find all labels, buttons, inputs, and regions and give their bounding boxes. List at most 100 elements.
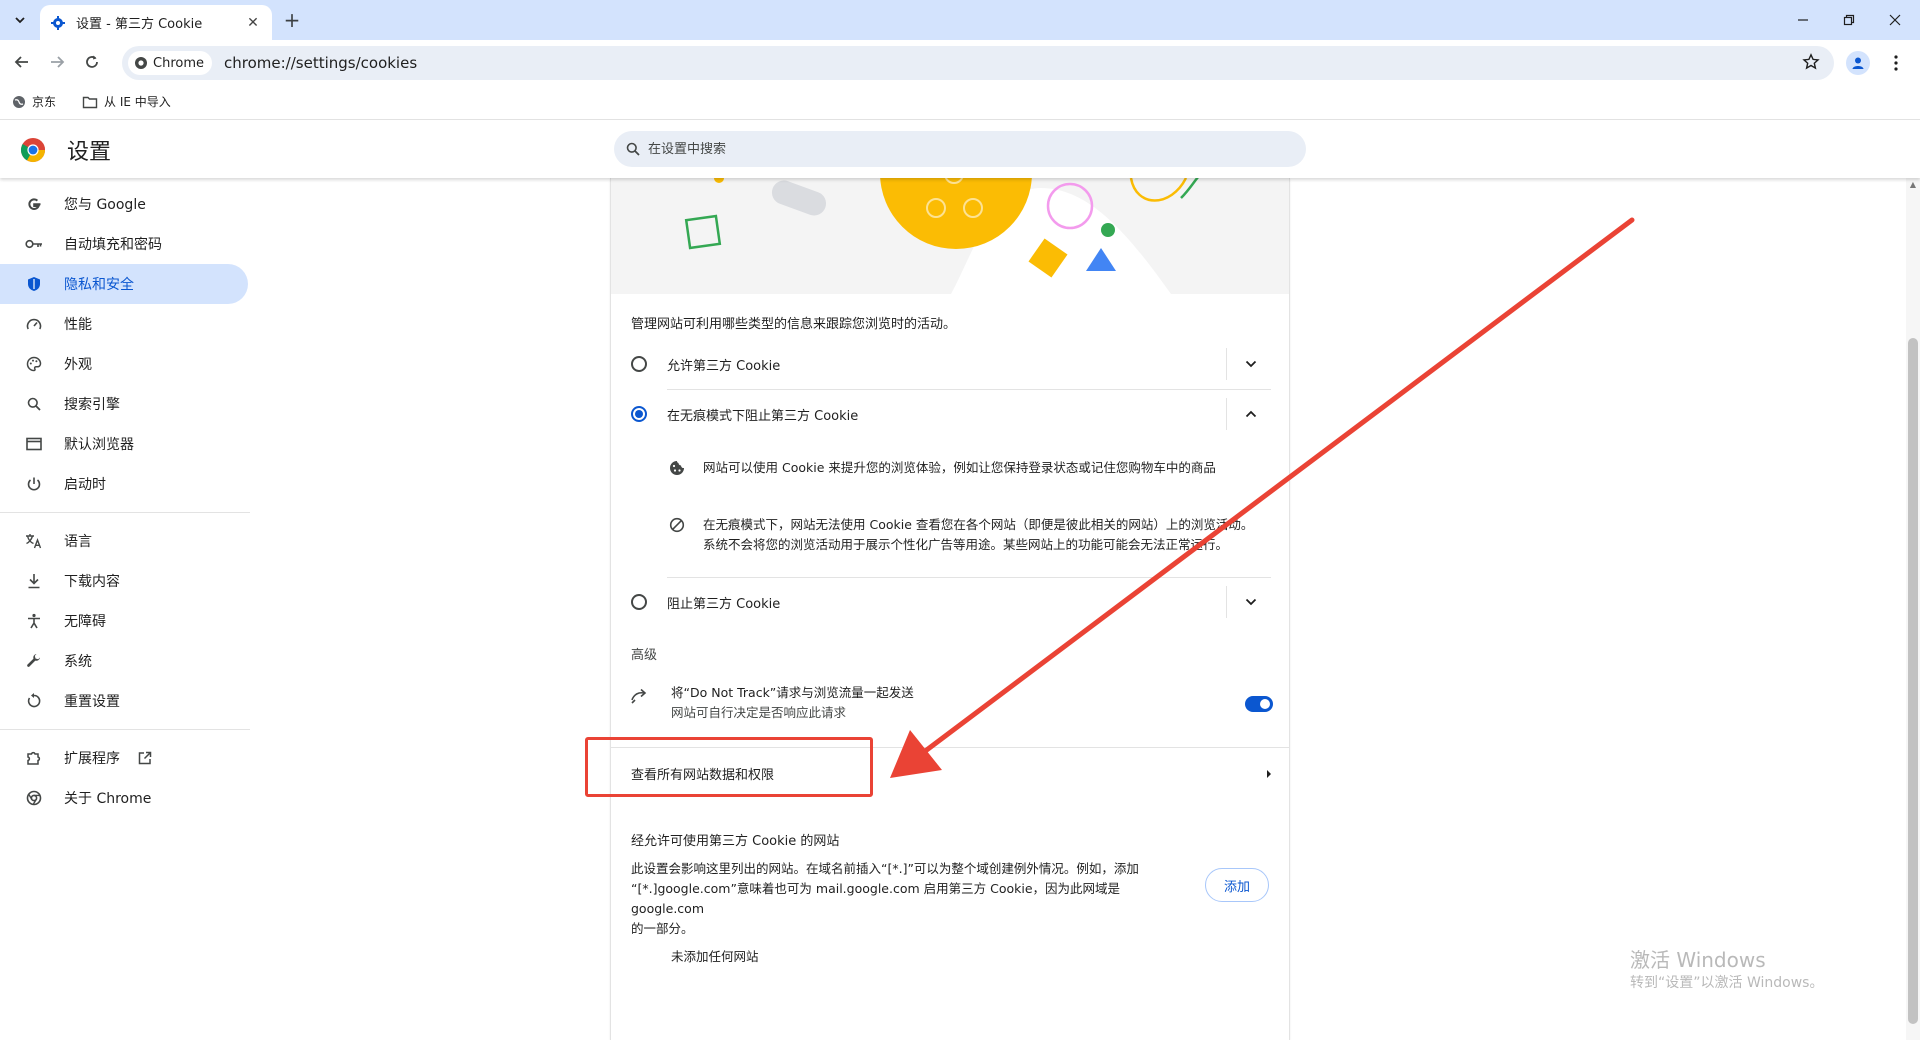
browser-window-icon: [24, 434, 44, 454]
bookmark-import-ie[interactable]: 从 IE 中导入: [82, 93, 171, 110]
description-line: 此设置会影响这里列出的网站。在域名前插入“[*.]”可以为整个域创建例外情况。例…: [631, 861, 1139, 876]
tab-title: 设置 - 第三方 Cookie: [76, 17, 203, 32]
option-label: 阻止第三方 Cookie: [667, 596, 781, 612]
scroll-up-icon[interactable]: ▲: [1908, 180, 1918, 190]
activation-watermark-title: 激活 Windows: [1630, 948, 1766, 972]
sidebar-item-downloads[interactable]: 下载内容: [0, 561, 248, 601]
reset-icon: [24, 691, 44, 711]
cookie-icon: [667, 458, 687, 478]
site-info-chip[interactable]: Chrome: [128, 51, 212, 75]
back-button[interactable]: [10, 50, 34, 74]
radio-button[interactable]: [631, 356, 647, 372]
sidebar-item-label: 关于 Chrome: [64, 791, 152, 807]
minimize-button[interactable]: [1780, 0, 1826, 40]
description-line: 的一部分。: [631, 921, 694, 936]
speedometer-icon: [24, 314, 44, 334]
sidebar-item-label: 隐私和安全: [64, 277, 134, 293]
folder-icon: [82, 96, 98, 108]
annotation-arrow: [890, 217, 1635, 778]
bookmark-label: 京东: [32, 95, 57, 109]
allowed-sites-heading: 经允许可使用第三方 Cookie 的网站: [631, 834, 840, 849]
power-icon: [24, 474, 44, 494]
shield-icon: [24, 274, 44, 294]
browser-menu-button[interactable]: [1886, 51, 1906, 75]
scrollbar-thumb[interactable]: [1908, 338, 1918, 1024]
add-site-button[interactable]: 添加: [1205, 868, 1269, 902]
close-window-button[interactable]: [1872, 0, 1918, 40]
sidebar-item-label: 无障碍: [64, 614, 106, 630]
option-label: 在无痕模式下阻止第三方 Cookie: [667, 408, 859, 424]
sidebar-item-label: 性能: [64, 317, 92, 333]
sidebar-item-performance[interactable]: 性能: [0, 304, 248, 344]
sidebar-divider: [0, 729, 250, 730]
restore-button[interactable]: [1826, 0, 1872, 40]
wrench-icon: [24, 651, 44, 671]
sidebar-item-reset[interactable]: 重置设置: [0, 681, 248, 721]
sidebar-item-label: 扩展程序: [64, 751, 120, 767]
sidebar-item-label: 下载内容: [64, 574, 120, 590]
bookmarks-bar: 京东 从 IE 中导入: [0, 84, 1920, 120]
sidebar-item-label: 外观: [64, 357, 92, 373]
sidebar-item-appearance[interactable]: 外观: [0, 344, 248, 384]
sidebar-item-extensions[interactable]: 扩展程序: [0, 738, 248, 778]
sidebar-item-label: 默认浏览器: [64, 437, 134, 453]
sidebar-item-privacy[interactable]: 隐私和安全: [0, 264, 248, 304]
advanced-heading: 高级: [631, 648, 658, 663]
option-label: 允许第三方 Cookie: [667, 358, 781, 374]
reload-button[interactable]: [80, 50, 104, 74]
radio-button-selected[interactable]: [631, 406, 647, 422]
restore-icon: [1843, 14, 1855, 26]
sidebar-item-autofill[interactable]: 自动填充和密码: [0, 224, 248, 264]
forward-button[interactable]: [45, 50, 69, 74]
arrow-left-icon: [14, 56, 28, 68]
reload-icon: [86, 55, 98, 68]
sidebar-item-label: 重置设置: [64, 694, 120, 710]
bookmark-jd[interactable]: 京东: [12, 93, 56, 110]
sidebar-item-you-and-google[interactable]: 您与 Google: [0, 184, 248, 224]
sidebar-item-label: 您与 Google: [64, 197, 146, 213]
globe-icon: [13, 95, 25, 108]
block-icon: [667, 515, 687, 535]
dnt-subtitle: 网站可自行决定是否响应此请求: [671, 705, 847, 720]
palette-icon: [24, 354, 44, 374]
person-icon: [1852, 57, 1864, 69]
google-icon: [24, 194, 44, 214]
settings-search[interactable]: [614, 131, 1306, 167]
profile-avatar[interactable]: [1846, 51, 1870, 75]
search-icon: [24, 394, 44, 414]
sidebar-item-search-engine[interactable]: 搜索引擎: [0, 384, 248, 424]
new-tab-button[interactable]: +: [280, 8, 304, 32]
sidebar-item-label: 自动填充和密码: [64, 237, 162, 253]
sidebar-item-default-browser[interactable]: 默认浏览器: [0, 424, 248, 464]
sidebar-item-about-chrome[interactable]: 关于 Chrome: [0, 778, 248, 818]
tab-search-button[interactable]: [8, 8, 32, 32]
close-tab-icon[interactable]: ✕: [244, 14, 262, 32]
close-icon: [1889, 14, 1901, 26]
open-in-new-icon: [138, 751, 152, 765]
radio-button[interactable]: [631, 594, 647, 610]
sidebar-item-label: 语言: [64, 534, 92, 550]
more-vertical-icon: [1894, 55, 1898, 71]
sidebar-item-label: 启动时: [64, 477, 106, 493]
chevron-down-icon: [15, 17, 25, 24]
active-tab[interactable]: 设置 - 第三方 Cookie ✕: [40, 5, 272, 40]
address-bar[interactable]: Chrome chrome://settings/cookies: [122, 46, 1834, 80]
arrow-right-icon: [51, 56, 65, 68]
sidebar-divider: [0, 512, 250, 513]
gear-icon: [50, 15, 66, 31]
translate-icon: [24, 531, 44, 551]
settings-search-input[interactable]: [648, 141, 1248, 157]
settings-sidebar: 您与 Google 自动填充和密码 隐私和安全 性能 外观 搜索引擎 默认浏览器…: [0, 184, 250, 818]
activation-watermark-subtitle: 转到“设置”以激活 Windows。: [1630, 975, 1824, 991]
allowed-sites-description: 此设置会影响这里列出的网站。在域名前插入“[*.]”可以为整个域创建例外情况。例…: [631, 859, 1191, 939]
sidebar-item-system[interactable]: 系统: [0, 641, 248, 681]
chrome-logo-icon: [20, 138, 45, 163]
sidebar-item-on-startup[interactable]: 启动时: [0, 464, 248, 504]
page-title: 设置: [67, 140, 112, 165]
settings-header: 设置: [0, 120, 1920, 178]
empty-sites-message: 未添加任何网站: [671, 949, 759, 964]
minimize-icon: [1798, 19, 1808, 21]
sidebar-item-accessibility[interactable]: 无障碍: [0, 601, 248, 641]
bookmark-star-icon[interactable]: [1802, 53, 1820, 75]
sidebar-item-languages[interactable]: 语言: [0, 521, 248, 561]
